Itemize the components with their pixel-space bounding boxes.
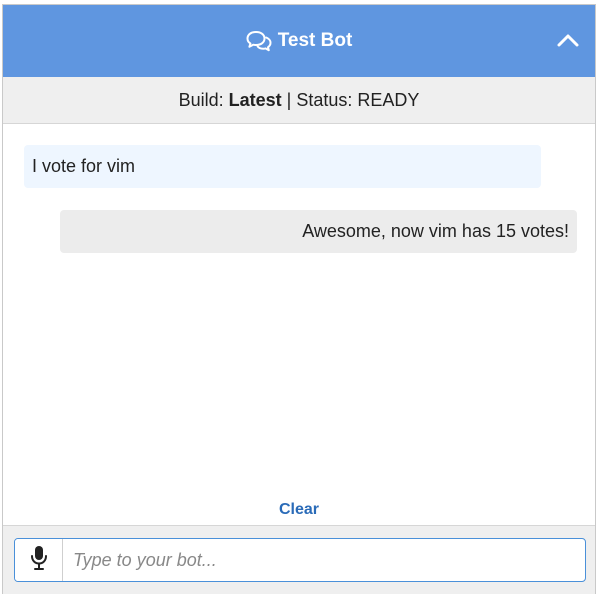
status-text: Status: READY [296, 89, 420, 110]
mic-button[interactable] [15, 539, 63, 581]
header-title: Test Bot [277, 30, 353, 51]
bot-message: Awesome, now vim has 15 votes! [60, 210, 577, 253]
build-value: Latest [228, 89, 282, 110]
message-list: I vote for vim Awesome, now vim has 15 v… [3, 124, 595, 524]
chevron-up-icon [555, 34, 581, 55]
chat-bubbles-icon [246, 30, 272, 52]
chat-header: Test Bot [3, 5, 595, 77]
build-status-bar: Build: Latest | Status: READY [3, 77, 595, 124]
message-input[interactable] [63, 539, 583, 581]
collapse-button[interactable] [555, 29, 581, 51]
user-message-text: I vote for vim [32, 156, 136, 176]
clear-button[interactable]: Clear [3, 501, 595, 519]
input-box [14, 538, 586, 582]
header-title-group: Test Bot [3, 5, 595, 77]
build-label: Build: [178, 89, 229, 110]
status-separator: | [281, 89, 297, 110]
input-area [3, 525, 595, 594]
test-bot-panel: Test Bot Build: Latest | Status: READY I… [2, 4, 596, 594]
user-message: I vote for vim [24, 145, 541, 188]
microphone-icon [30, 545, 48, 576]
bot-message-text: Awesome, now vim has 15 votes! [302, 221, 569, 241]
